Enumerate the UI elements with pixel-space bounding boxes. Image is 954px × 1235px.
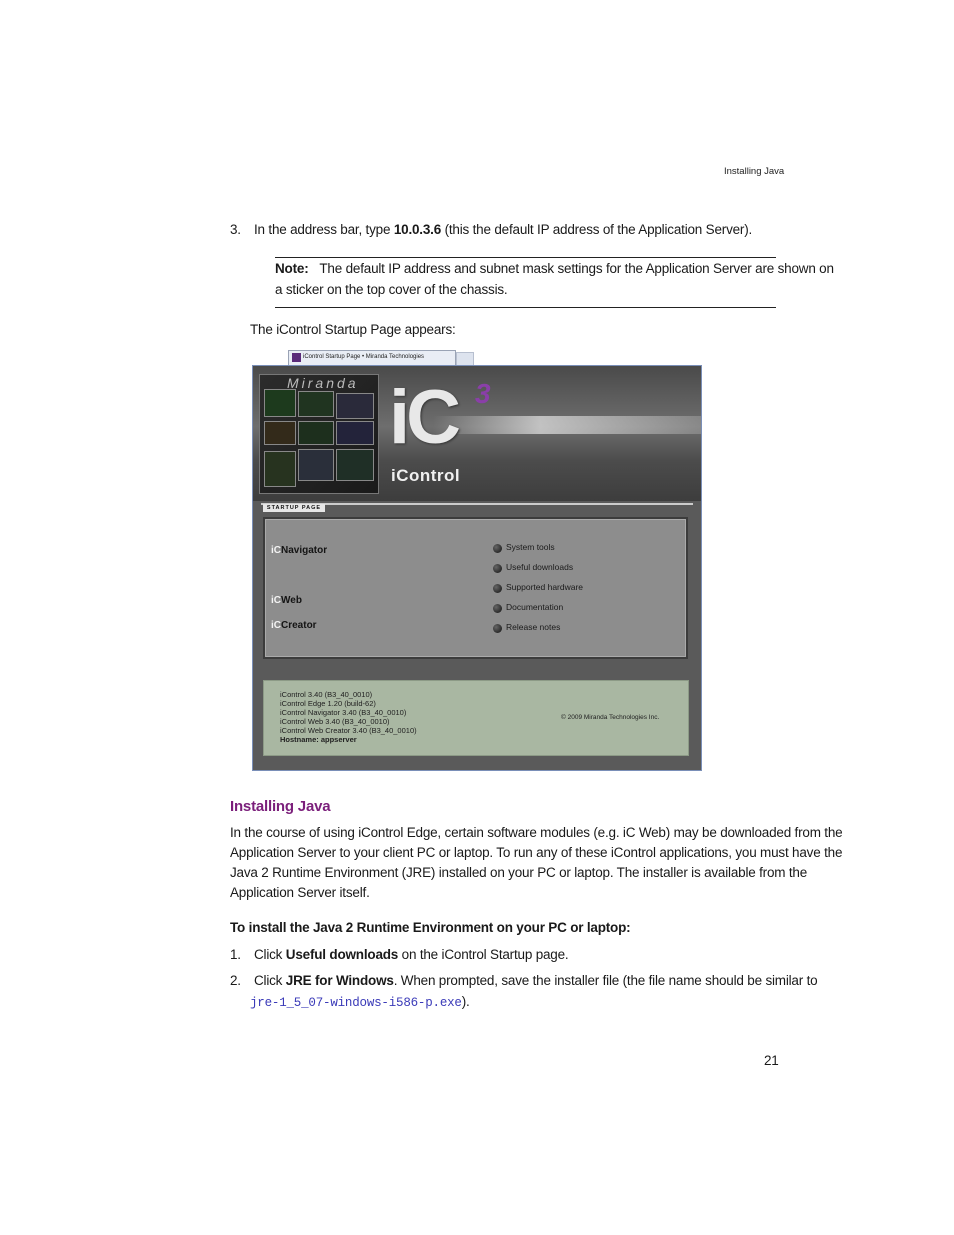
step-2-end: ). <box>461 994 470 1009</box>
version-line: iControl Navigator 3.40 (B3_40_0010) <box>280 708 407 717</box>
copyright: © 2009 Miranda Technologies Inc. <box>561 714 660 721</box>
app-link-creator[interactable]: iCCreator <box>271 620 317 631</box>
bullet-icon <box>493 564 502 573</box>
new-tab-stub <box>456 352 474 365</box>
step-text-before: Click <box>253 973 286 988</box>
link-documentation[interactable]: Documentation <box>506 602 563 612</box>
note-rule-bottom <box>275 307 776 308</box>
link-system-tools[interactable]: System tools <box>506 542 555 552</box>
step-2: 2. Click JRE for Windows. When prompted,… <box>230 971 818 991</box>
startup-panel: iCNavigator iCWeb iCCreator System tools… <box>263 517 688 659</box>
version-line: iControl Web 3.40 (B3_40_0010) <box>280 717 390 726</box>
icontrol-startup-screenshot: Miranda iC 3 iControl STARTUP PAGE iCNav… <box>252 365 702 771</box>
version-line: iControl Edge 1.20 (build-62) <box>280 699 376 708</box>
startup-divider <box>261 503 693 513</box>
installer-filename: jre-1_5_07-windows-i586-p.exe <box>250 996 462 1010</box>
ic-logo-superscript: 3 <box>475 378 491 409</box>
bullet-icon <box>493 624 502 633</box>
procedure-title: To install the Java 2 Runtime Environmen… <box>230 920 631 935</box>
browser-tab-title: iControl Startup Page • Miranda Technolo… <box>303 354 425 360</box>
monitor-wall-image <box>259 374 379 494</box>
step-text-after: on the iControl Startup page. <box>398 947 569 962</box>
bullet-icon <box>493 544 502 553</box>
step-text-after: (this the default IP address of the Appl… <box>441 222 753 237</box>
link-useful-downloads[interactable]: Useful downloads <box>506 562 573 572</box>
paragraph-line: Application Server to your client PC or … <box>230 845 843 860</box>
note-line-2: a sticker on the top cover of the chassi… <box>275 282 508 297</box>
version-info-panel: iControl 3.40 (B3_40_0010) iControl Edge… <box>263 680 689 756</box>
note-line-1: Note: The default IP address and subnet … <box>275 259 834 279</box>
paragraph-line: In the course of using iControl Edge, ce… <box>230 825 843 840</box>
step-text-before: In the address bar, type <box>253 222 394 237</box>
version-line: iControl Web Creator 3.40 (B3_40_0010) <box>280 726 417 735</box>
note-text-1: The default IP address and subnet mask s… <box>319 261 834 276</box>
miranda-watermark: Miranda <box>287 375 359 391</box>
product-name: iControl <box>391 466 461 485</box>
link-supported-hardware[interactable]: Supported hardware <box>506 582 583 592</box>
link-release-notes[interactable]: Release notes <box>506 622 560 632</box>
page-number: 21 <box>764 1053 779 1068</box>
ic-logo: iC <box>389 375 461 460</box>
light-streak <box>433 416 701 434</box>
step-number: 3. <box>230 222 241 237</box>
app-link-navigator[interactable]: iCNavigator <box>271 545 327 556</box>
note-label: Note: <box>275 261 309 276</box>
step-3: 3. In the address bar, type 10.0.3.6 (th… <box>230 220 752 240</box>
section-heading: Installing Java <box>230 798 331 815</box>
startup-appears-text: The iControl Startup Page appears: <box>250 322 456 337</box>
step-text-before: Click <box>253 947 286 962</box>
banner: Miranda iC 3 iControl <box>253 366 701 501</box>
ip-address: 10.0.3.6 <box>393 222 442 237</box>
useful-downloads-ref: Useful downloads <box>285 947 399 962</box>
note-rule-top <box>275 257 776 258</box>
jre-for-windows-ref: JRE for Windows <box>285 973 394 988</box>
bullet-icon <box>493 604 502 613</box>
running-header: Installing Java <box>724 166 785 177</box>
step-1: 1. Click Useful downloads on the iContro… <box>230 945 569 965</box>
startup-page-tag: STARTUP PAGE <box>263 504 325 512</box>
intro-paragraph: In the course of using iControl Edge, ce… <box>230 823 843 903</box>
paragraph-line: Java 2 Runtime Environment (JRE) install… <box>230 865 808 880</box>
step-number: 2. <box>230 973 241 988</box>
step-number: 1. <box>230 947 241 962</box>
step-text-after: . When prompted, save the installer file… <box>393 973 818 988</box>
app-link-web[interactable]: iCWeb <box>271 595 302 606</box>
bullet-icon <box>493 584 502 593</box>
version-line: iControl 3.40 (B3_40_0010) <box>280 690 373 699</box>
hostname-line: Hostname: appserver <box>280 735 357 744</box>
paragraph-line: Application Server itself. <box>230 885 370 900</box>
browser-tab: iControl Startup Page • Miranda Technolo… <box>288 350 456 365</box>
favicon-icon <box>292 353 301 362</box>
step-2-line-2: jre-1_5_07-windows-i586-p.exe). <box>250 992 470 1013</box>
